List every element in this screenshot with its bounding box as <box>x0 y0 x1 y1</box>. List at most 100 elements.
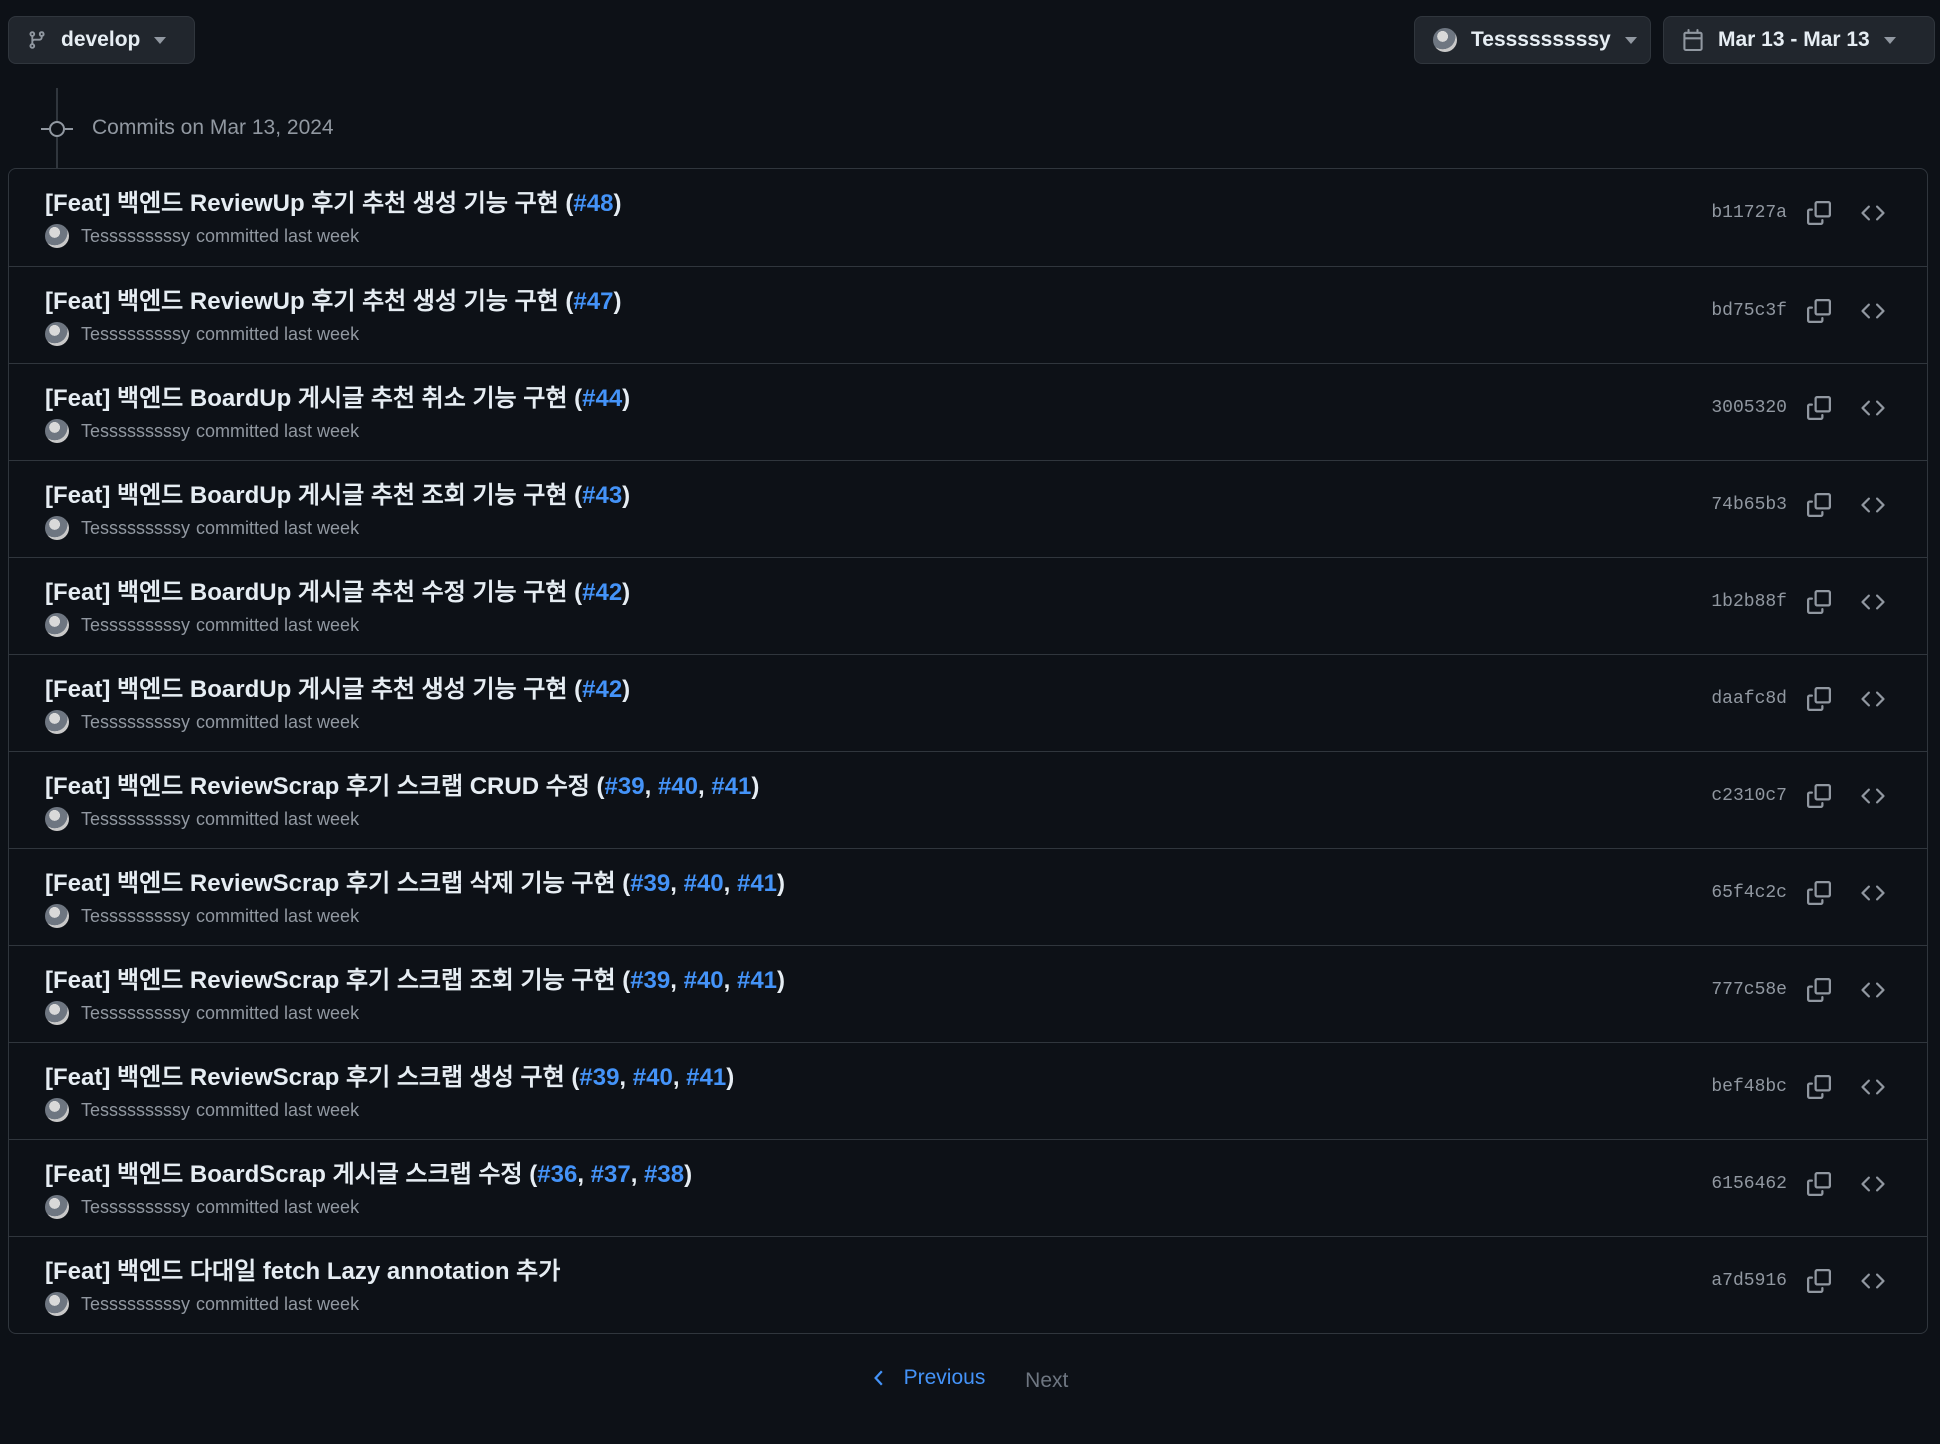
copy-icon[interactable] <box>1803 780 1835 812</box>
copy-icon[interactable] <box>1803 1168 1835 1200</box>
commit-title-text[interactable]: [Feat] 백엔드 ReviewScrap 후기 스크랩 생성 구현 ( <box>45 1064 579 1091</box>
commit-title[interactable]: [Feat] 백엔드 BoardScrap 게시글 스크랩 수정 (#36, #… <box>45 1154 692 1189</box>
commit-sha[interactable]: 777c58e <box>1711 980 1787 1000</box>
commit-title[interactable]: [Feat] 백엔드 ReviewScrap 후기 스크랩 생성 구현 (#39… <box>45 1057 734 1092</box>
code-icon[interactable] <box>1857 683 1889 715</box>
avatar[interactable] <box>45 1292 69 1316</box>
issue-link[interactable]: #42 <box>582 579 622 606</box>
avatar[interactable] <box>45 613 69 637</box>
commit-title[interactable]: [Feat] 백엔드 ReviewUp 후기 추천 생성 기능 구현 (#48) <box>45 183 621 218</box>
issue-link[interactable]: #38 <box>644 1161 684 1188</box>
commit-sha[interactable]: 65f4c2c <box>1711 883 1787 903</box>
issue-link[interactable]: #40 <box>684 870 724 897</box>
issue-link[interactable]: #40 <box>633 1064 673 1091</box>
code-icon[interactable] <box>1857 877 1889 909</box>
commit-title[interactable]: [Feat] 백엔드 ReviewScrap 후기 스크랩 조회 기능 구현 (… <box>45 960 785 995</box>
commit-sha[interactable]: a7d5916 <box>1711 1271 1787 1291</box>
issue-link[interactable]: #48 <box>573 190 613 217</box>
commit-sha[interactable]: 3005320 <box>1711 398 1787 418</box>
code-icon[interactable] <box>1857 780 1889 812</box>
commit-author[interactable]: Tesssssssssy <box>81 906 190 927</box>
copy-icon[interactable] <box>1803 295 1835 327</box>
branch-select-button[interactable]: develop <box>8 16 195 64</box>
copy-icon[interactable] <box>1803 1265 1835 1297</box>
commit-title-text[interactable]: [Feat] 백엔드 다대일 fetch Lazy annotation 추가 <box>45 1258 560 1285</box>
issue-link[interactable]: #39 <box>630 967 670 994</box>
issue-link[interactable]: #39 <box>605 773 645 800</box>
commit-sha[interactable]: bef48bc <box>1711 1077 1787 1097</box>
issue-link[interactable]: #40 <box>658 773 698 800</box>
issue-link[interactable]: #44 <box>582 385 622 412</box>
issue-link[interactable]: #41 <box>737 967 777 994</box>
issue-link[interactable]: #47 <box>573 288 613 315</box>
code-icon[interactable] <box>1857 974 1889 1006</box>
issue-link[interactable]: #43 <box>582 482 622 509</box>
commit-sha[interactable]: 6156462 <box>1711 1174 1787 1194</box>
code-icon[interactable] <box>1857 586 1889 618</box>
commit-author[interactable]: Tesssssssssy <box>81 809 190 830</box>
commit-sha[interactable]: b11727a <box>1711 203 1787 223</box>
avatar[interactable] <box>45 516 69 540</box>
issue-link[interactable]: #41 <box>711 773 751 800</box>
code-icon[interactable] <box>1857 489 1889 521</box>
commit-author[interactable]: Tesssssssssy <box>81 712 190 733</box>
code-icon[interactable] <box>1857 1265 1889 1297</box>
commit-sha[interactable]: 74b65b3 <box>1711 495 1787 515</box>
avatar[interactable] <box>45 807 69 831</box>
commit-title[interactable]: [Feat] 백엔드 다대일 fetch Lazy annotation 추가 <box>45 1251 560 1286</box>
commit-title[interactable]: [Feat] 백엔드 ReviewUp 후기 추천 생성 기능 구현 (#47) <box>45 281 621 316</box>
commit-author[interactable]: Tesssssssssy <box>81 518 190 539</box>
commit-title[interactable]: [Feat] 백엔드 BoardUp 게시글 추천 수정 기능 구현 (#42) <box>45 572 630 607</box>
copy-icon[interactable] <box>1803 974 1835 1006</box>
copy-icon[interactable] <box>1803 1071 1835 1103</box>
commit-title-text[interactable]: [Feat] 백엔드 BoardScrap 게시글 스크랩 수정 ( <box>45 1161 537 1188</box>
commit-title[interactable]: [Feat] 백엔드 BoardUp 게시글 추천 취소 기능 구현 (#44) <box>45 378 630 413</box>
avatar[interactable] <box>45 1001 69 1025</box>
avatar[interactable] <box>45 224 69 248</box>
issue-link[interactable]: #39 <box>630 870 670 897</box>
commit-title[interactable]: [Feat] 백엔드 BoardUp 게시글 추천 조회 기능 구현 (#43) <box>45 475 630 510</box>
copy-icon[interactable] <box>1803 586 1835 618</box>
code-icon[interactable] <box>1857 1071 1889 1103</box>
avatar[interactable] <box>45 710 69 734</box>
commit-title[interactable]: [Feat] 백엔드 ReviewScrap 후기 스크랩 삭제 기능 구현 (… <box>45 863 785 898</box>
issue-link[interactable]: #40 <box>684 967 724 994</box>
commit-title[interactable]: [Feat] 백엔드 BoardUp 게시글 추천 생성 기능 구현 (#42) <box>45 669 630 704</box>
commit-sha[interactable]: bd75c3f <box>1711 301 1787 321</box>
commit-title-text[interactable]: [Feat] 백엔드 ReviewUp 후기 추천 생성 기능 구현 ( <box>45 288 573 315</box>
commit-sha[interactable]: c2310c7 <box>1711 786 1787 806</box>
commit-author[interactable]: Tesssssssssy <box>81 1003 190 1024</box>
commit-author[interactable]: Tesssssssssy <box>81 615 190 636</box>
commit-title-text[interactable]: [Feat] 백엔드 BoardUp 게시글 추천 조회 기능 구현 ( <box>45 482 582 509</box>
commit-author[interactable]: Tesssssssssy <box>81 1100 190 1121</box>
commit-title-text[interactable]: [Feat] 백엔드 ReviewUp 후기 추천 생성 기능 구현 ( <box>45 190 573 217</box>
code-icon[interactable] <box>1857 295 1889 327</box>
copy-icon[interactable] <box>1803 489 1835 521</box>
commit-author[interactable]: Tesssssssssy <box>81 1197 190 1218</box>
code-icon[interactable] <box>1857 1168 1889 1200</box>
copy-icon[interactable] <box>1803 392 1835 424</box>
previous-button[interactable]: Previous <box>872 1366 985 1390</box>
issue-link[interactable]: #36 <box>537 1161 577 1188</box>
commit-title[interactable]: [Feat] 백엔드 ReviewScrap 후기 스크랩 CRUD 수정 (#… <box>45 766 759 801</box>
commit-title-text[interactable]: [Feat] 백엔드 ReviewScrap 후기 스크랩 CRUD 수정 ( <box>45 773 605 800</box>
issue-link[interactable]: #37 <box>591 1161 631 1188</box>
commit-title-text[interactable]: [Feat] 백엔드 ReviewScrap 후기 스크랩 삭제 기능 구현 ( <box>45 870 630 897</box>
issue-link[interactable]: #41 <box>737 870 777 897</box>
copy-icon[interactable] <box>1803 683 1835 715</box>
commit-author[interactable]: Tesssssssssy <box>81 1294 190 1315</box>
date-range-button[interactable]: Mar 13 - Mar 13 <box>1663 16 1935 64</box>
commit-sha[interactable]: 1b2b88f <box>1711 592 1787 612</box>
code-icon[interactable] <box>1857 392 1889 424</box>
commit-title-text[interactable]: [Feat] 백엔드 BoardUp 게시글 추천 생성 기능 구현 ( <box>45 676 582 703</box>
commit-sha[interactable]: daafc8d <box>1711 689 1787 709</box>
issue-link[interactable]: #41 <box>686 1064 726 1091</box>
copy-icon[interactable] <box>1803 877 1835 909</box>
issue-link[interactable]: #42 <box>582 676 622 703</box>
avatar[interactable] <box>45 904 69 928</box>
commit-title-text[interactable]: [Feat] 백엔드 BoardUp 게시글 추천 수정 기능 구현 ( <box>45 579 582 606</box>
commit-title-text[interactable]: [Feat] 백엔드 ReviewScrap 후기 스크랩 조회 기능 구현 ( <box>45 967 630 994</box>
code-icon[interactable] <box>1857 197 1889 229</box>
commit-author[interactable]: Tesssssssssy <box>81 324 190 345</box>
avatar[interactable] <box>45 1098 69 1122</box>
